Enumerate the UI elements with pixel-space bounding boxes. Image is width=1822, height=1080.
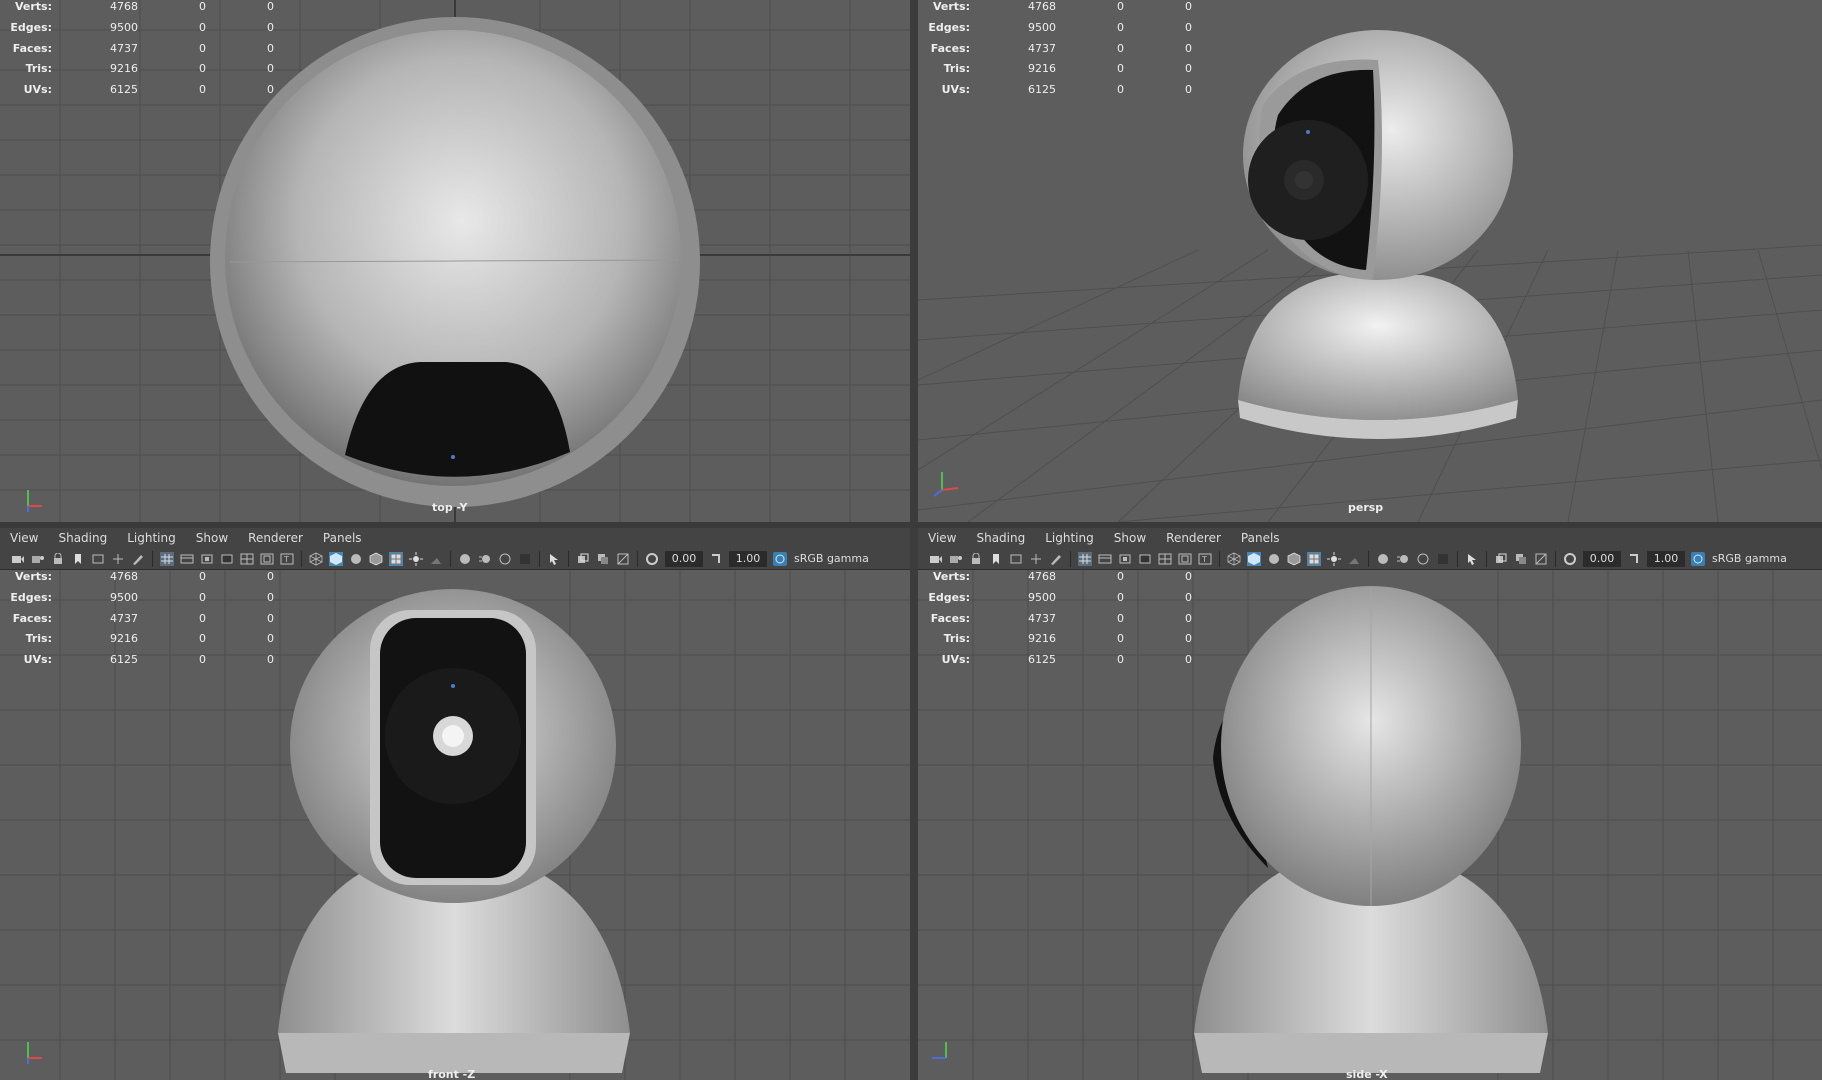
heads-up-poly-count: Verts: 4768 0 0 Edges: 9500 0 0 Faces: 4737 0 0 T… bbox=[918, 570, 1218, 674]
stat-label: Edges: bbox=[928, 590, 970, 604]
stat-label: Faces: bbox=[930, 41, 970, 55]
axis-gizmo-icon bbox=[27, 490, 42, 512]
stat-value: 0 bbox=[1117, 20, 1124, 34]
stat-value: 0 bbox=[267, 20, 274, 34]
stat-label: Faces: bbox=[12, 41, 52, 55]
stat-label: Edges: bbox=[10, 590, 52, 604]
stat-value: 0 bbox=[1185, 632, 1192, 646]
stat-value: 0 bbox=[1185, 590, 1192, 604]
stat-label: Verts: bbox=[14, 0, 52, 13]
stat-value: 0 bbox=[267, 611, 274, 625]
camera-name-label: persp bbox=[1348, 501, 1384, 514]
stat-label: UVs: bbox=[23, 83, 52, 97]
heads-up-poly-count: Verts: 4768 0 0 Edges: 9500 0 0 Faces: 4737 0 0 T… bbox=[918, 0, 1218, 104]
camera-name-label: side -X bbox=[1346, 1068, 1388, 1080]
pane-divider-vertical[interactable] bbox=[910, 0, 918, 1080]
stat-value: 6125 bbox=[110, 83, 138, 97]
stat-label: Tris: bbox=[943, 632, 970, 646]
stat-value: 0 bbox=[1117, 0, 1124, 13]
stat-label: UVs: bbox=[23, 653, 52, 667]
stat-value: 0 bbox=[1117, 611, 1124, 625]
axis-gizmo-icon bbox=[932, 1042, 947, 1059]
stat-value: 0 bbox=[199, 62, 206, 76]
viewport-front[interactable]: View Shading Lighting Show Renderer Pane… bbox=[0, 528, 910, 1080]
stat-value: 0 bbox=[1185, 653, 1192, 667]
stat-value: 9500 bbox=[1028, 590, 1056, 604]
stat-value: 0 bbox=[199, 653, 206, 667]
stat-value: 4768 bbox=[110, 570, 138, 583]
heads-up-poly-count: Verts: 4768 0 0 Edges: 9500 0 0 Faces: 4737 0 0 T… bbox=[0, 0, 300, 104]
camera-name-label: top -Y bbox=[432, 501, 468, 514]
stat-value: 6125 bbox=[1028, 653, 1056, 667]
stat-label: Verts: bbox=[932, 570, 970, 583]
viewport-side[interactable]: View Shading Lighting Show Renderer Pane… bbox=[918, 528, 1822, 1080]
stat-label: Tris: bbox=[25, 62, 52, 76]
heads-up-poly-count: Verts: 4768 0 0 Edges: 9500 0 0 Faces: 4737 0 0 T… bbox=[0, 570, 300, 674]
viewport-persp[interactable]: Verts: 4768 0 0 Edges: 9500 0 0 Faces: 4737 0 0 T… bbox=[918, 0, 1822, 522]
stat-value: 4768 bbox=[110, 0, 138, 13]
stat-value: 0 bbox=[1117, 590, 1124, 604]
stat-value: 0 bbox=[1117, 62, 1124, 76]
stat-value: 0 bbox=[199, 0, 206, 13]
stat-value: 4737 bbox=[1028, 41, 1056, 55]
stat-value: 0 bbox=[267, 632, 274, 646]
maya-four-view-layout: Verts: 4768 0 0 Edges: 9500 0 0 Faces: 4737 0 0 T… bbox=[0, 0, 1822, 1080]
stat-value: 9216 bbox=[110, 62, 138, 76]
stat-label: Verts: bbox=[14, 570, 52, 583]
stat-label: UVs: bbox=[941, 83, 970, 97]
pane-divider-horizontal[interactable] bbox=[0, 522, 1822, 528]
stat-value: 0 bbox=[199, 632, 206, 646]
stat-value: 9500 bbox=[110, 20, 138, 34]
stat-value: 0 bbox=[267, 41, 274, 55]
stat-value: 0 bbox=[1185, 20, 1192, 34]
stat-value: 0 bbox=[1117, 570, 1124, 583]
stat-value: 4737 bbox=[1028, 611, 1056, 625]
stat-value: 4737 bbox=[110, 41, 138, 55]
stat-value: 6125 bbox=[110, 653, 138, 667]
stat-value: 0 bbox=[1117, 41, 1124, 55]
stat-value: 0 bbox=[1185, 62, 1192, 76]
stat-label: UVs: bbox=[941, 653, 970, 667]
stat-label: Edges: bbox=[10, 20, 52, 34]
stat-value: 0 bbox=[267, 590, 274, 604]
stat-value: 0 bbox=[1185, 570, 1192, 583]
stat-value: 4737 bbox=[110, 611, 138, 625]
stat-value: 0 bbox=[267, 62, 274, 76]
stat-label: Faces: bbox=[12, 611, 52, 625]
stat-value: 0 bbox=[1117, 83, 1124, 97]
stat-value: 9500 bbox=[1028, 20, 1056, 34]
stat-value: 4768 bbox=[1028, 0, 1056, 13]
stat-label: Faces: bbox=[930, 611, 970, 625]
stat-value: 0 bbox=[199, 41, 206, 55]
stat-value: 0 bbox=[1117, 653, 1124, 667]
stat-value: 0 bbox=[1117, 632, 1124, 646]
axis-gizmo-icon bbox=[933, 472, 959, 497]
stat-value: 0 bbox=[1185, 0, 1192, 13]
stat-value: 0 bbox=[267, 653, 274, 667]
stat-value: 9216 bbox=[1028, 632, 1056, 646]
stat-value: 0 bbox=[199, 83, 206, 97]
stat-value: 0 bbox=[199, 611, 206, 625]
stat-label: Verts: bbox=[932, 0, 970, 13]
stat-value: 0 bbox=[199, 590, 206, 604]
stat-value: 0 bbox=[1185, 611, 1192, 625]
stat-label: Tris: bbox=[943, 62, 970, 76]
stat-value: 0 bbox=[199, 20, 206, 34]
stat-label: Tris: bbox=[25, 632, 52, 646]
stat-value: 0 bbox=[267, 570, 274, 583]
stat-value: 0 bbox=[267, 83, 274, 97]
stat-value: 9216 bbox=[110, 632, 138, 646]
stat-label: Edges: bbox=[928, 20, 970, 34]
stat-value: 0 bbox=[1185, 41, 1192, 55]
axis-gizmo-icon bbox=[27, 1042, 42, 1064]
stat-value: 4768 bbox=[1028, 570, 1056, 583]
stat-value: 9216 bbox=[1028, 62, 1056, 76]
stat-value: 0 bbox=[199, 570, 206, 583]
viewport-top[interactable]: Verts: 4768 0 0 Edges: 9500 0 0 Faces: 4737 0 0 T… bbox=[0, 0, 910, 522]
stat-value: 6125 bbox=[1028, 83, 1056, 97]
camera-name-label: front -Z bbox=[428, 1068, 476, 1080]
stat-value: 9500 bbox=[110, 590, 138, 604]
stat-value: 0 bbox=[1185, 83, 1192, 97]
stat-value: 0 bbox=[267, 0, 274, 13]
